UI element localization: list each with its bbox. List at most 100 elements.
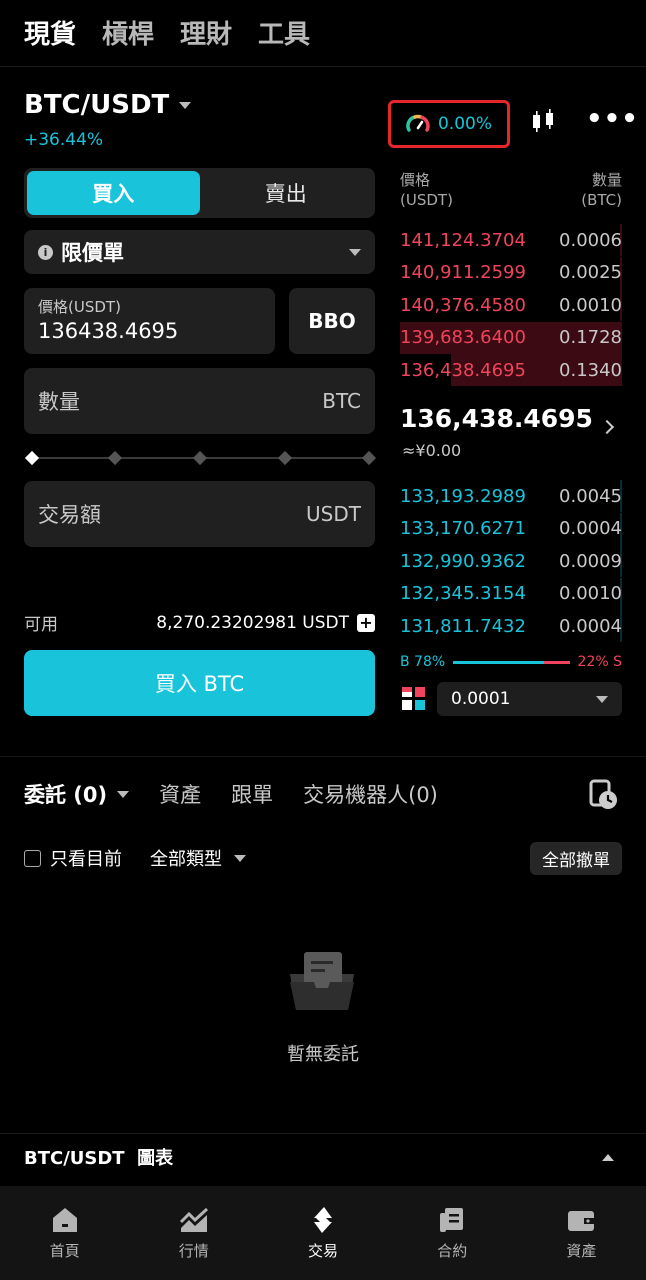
cancel-all-button[interactable]: 全部撤單 xyxy=(530,841,622,875)
bottom-nav: 首頁 行情 交易 合約 資產 xyxy=(0,1186,646,1280)
ask-row[interactable]: 139,683.6400 0.1728 xyxy=(400,321,622,354)
futures-icon xyxy=(440,1208,464,1232)
type-filter-select[interactable]: 全部類型 xyxy=(150,845,246,871)
slider-node-50[interactable] xyxy=(192,450,208,466)
orders-tabs: 委託 (0) 資產 跟單 交易機器人(0) xyxy=(24,778,438,810)
amount-slider[interactable] xyxy=(24,448,377,468)
tab-orders[interactable]: 委託 (0) xyxy=(24,779,130,809)
ask-price: 140,376.4580 xyxy=(400,294,526,316)
ask-price: 140,911.2599 xyxy=(400,262,526,283)
buy-tab[interactable]: 買入 xyxy=(27,171,200,215)
sell-tab[interactable]: 賣出 xyxy=(200,171,373,215)
trade-icon xyxy=(314,1207,332,1233)
tab-tools[interactable]: 工具 xyxy=(258,14,310,51)
bid-price: 133,170.6271 xyxy=(400,518,526,539)
buy-sell-ratio: B 78% 22% S xyxy=(400,652,622,672)
home-icon xyxy=(52,1208,77,1232)
total-unit: USDT xyxy=(306,502,361,526)
type-filter-label: 全部類型 xyxy=(150,849,222,870)
chevron-right-icon[interactable] xyxy=(599,419,615,435)
gauge-icon xyxy=(406,114,430,132)
ratio-bar-sell xyxy=(543,660,570,664)
ratio-bar-buy xyxy=(453,660,544,664)
tab-assets[interactable]: 資產 xyxy=(159,779,201,809)
buy-submit-button[interactable]: 買入 BTC xyxy=(24,650,375,716)
pair-name: BTC/USDT xyxy=(24,90,170,120)
nav-trade-label: 交易 xyxy=(308,1242,339,1260)
caret-down-icon xyxy=(596,695,608,703)
nav-futures[interactable]: 合約 xyxy=(388,1186,517,1280)
ask-price: 136,438.4695 xyxy=(400,359,526,381)
performance-indicator[interactable]: 0.00% xyxy=(388,100,510,148)
slider-node-25[interactable] xyxy=(107,450,123,466)
ask-qty: 0.1340 xyxy=(559,359,622,381)
buy-sell-toggle: 買入 賣出 xyxy=(24,168,375,218)
tab-copy-trading[interactable]: 跟單 xyxy=(231,779,273,809)
tab-trading-bots[interactable]: 交易機器人(0) xyxy=(303,779,438,809)
info-icon: i xyxy=(38,244,53,260)
bid-row[interactable]: 131,811.7432 0.0004 xyxy=(400,610,622,642)
chart-section-label: BTC/USDT 圖表 xyxy=(24,1148,174,1169)
order-type-select[interactable]: i 限價單 xyxy=(24,230,375,274)
slider-node-100[interactable] xyxy=(361,450,377,466)
bid-price: 132,345.3154 xyxy=(400,583,526,604)
nav-market[interactable]: 行情 xyxy=(129,1186,258,1280)
slider-node-0[interactable] xyxy=(24,450,40,466)
caret-down-icon xyxy=(349,248,361,256)
caret-down-icon xyxy=(234,854,246,862)
divider xyxy=(0,66,646,67)
bbo-button[interactable]: BBO xyxy=(289,288,375,354)
slider-node-75[interactable] xyxy=(277,450,293,466)
nav-trade[interactable]: 交易 xyxy=(258,1186,387,1280)
order-history-icon[interactable] xyxy=(588,778,618,810)
pair-selector[interactable]: BTC/USDT xyxy=(24,90,192,120)
bid-qty: 0.0010 xyxy=(559,583,622,604)
bid-row[interactable]: 132,345.3154 0.0010 xyxy=(400,577,622,610)
ask-price: 139,683.6400 xyxy=(400,327,526,348)
orderbook-layout-icon[interactable] xyxy=(402,687,425,710)
divider xyxy=(0,1133,646,1134)
wallet-icon xyxy=(568,1211,595,1231)
more-icon[interactable]: ••• xyxy=(586,104,639,134)
tab-spot[interactable]: 現貨 xyxy=(24,14,76,51)
amount-unit: BTC xyxy=(322,389,361,413)
empty-orders-text: 暫無委託 xyxy=(287,1044,359,1065)
tab-earn[interactable]: 理財 xyxy=(180,14,232,51)
nav-home[interactable]: 首頁 xyxy=(0,1186,129,1280)
bid-row[interactable]: 133,170.6271 0.0004 xyxy=(400,512,622,545)
orders-filter-row: 只看目前 全部類型 全部撤單 xyxy=(24,841,622,875)
orderbook-price-header: 價格 (USDT) xyxy=(400,171,453,209)
precision-select[interactable]: 0.0001 xyxy=(437,682,622,716)
tab-margin[interactable]: 槓桿 xyxy=(102,14,154,51)
bid-price: 132,990.9362 xyxy=(400,550,526,572)
bid-row[interactable]: 132,990.9362 0.0009 xyxy=(400,545,622,577)
chart-section-toggle[interactable]: BTC/USDT 圖表 xyxy=(24,1144,614,1170)
ask-row[interactable]: 141,124.3704 0.0006 xyxy=(400,224,622,256)
sell-ratio-label: 22% S xyxy=(577,654,622,670)
orderbook-header: 價格 (USDT) 數量 (BTC) xyxy=(400,170,622,210)
amount-label: 數量 xyxy=(38,390,80,414)
bid-qty: 0.0004 xyxy=(559,518,622,539)
ask-row[interactable]: 140,911.2599 0.0025 xyxy=(400,256,622,289)
nav-assets-label: 資產 xyxy=(566,1242,597,1260)
ask-qty: 0.0025 xyxy=(559,262,622,283)
ratio-bar xyxy=(453,660,570,664)
total-input[interactable]: 交易額 USDT xyxy=(24,481,375,547)
performance-value: 0.00% xyxy=(437,114,492,134)
bid-row[interactable]: 133,193.2989 0.0045 xyxy=(400,480,622,512)
bid-qty: 0.0009 xyxy=(559,550,622,572)
only-current-checkbox[interactable] xyxy=(24,849,41,867)
precision-value: 0.0001 xyxy=(451,689,511,709)
nav-futures-label: 合約 xyxy=(437,1242,468,1260)
amount-input[interactable]: 數量 BTC xyxy=(24,368,375,434)
tab-orders-label: 委託 (0) xyxy=(24,783,108,807)
candlestick-chart-icon[interactable] xyxy=(528,106,558,136)
divider xyxy=(0,756,646,757)
total-label: 交易額 xyxy=(38,503,101,527)
ask-row[interactable]: 136,438.4695 0.1340 xyxy=(400,354,622,386)
nav-assets[interactable]: 資產 xyxy=(517,1186,646,1280)
price-input[interactable]: 價格(USDT) 136438.4695 xyxy=(24,288,275,354)
plus-icon[interactable]: + xyxy=(357,613,375,632)
nav-market-label: 行情 xyxy=(178,1242,209,1260)
ask-row[interactable]: 140,376.4580 0.0010 xyxy=(400,289,622,321)
